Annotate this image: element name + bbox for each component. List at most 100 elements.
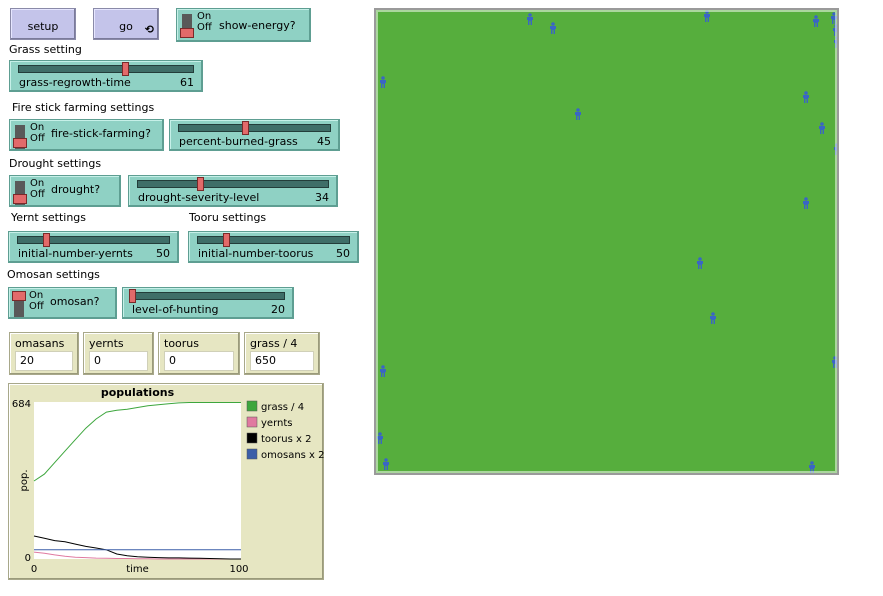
setup-button[interactable]: setup [10, 8, 76, 40]
agent-person-icon [802, 197, 810, 209]
chart-title: populations [101, 386, 175, 399]
world-border [376, 10, 837, 473]
level-of-hunting-slider[interactable]: level-of-hunting 20 [122, 287, 294, 319]
switch-on-label: On [197, 11, 212, 22]
slider-label: grass-regrowth-time [19, 76, 131, 89]
slider-label: level-of-hunting [132, 303, 219, 316]
drought-severity-level-slider[interactable]: drought-severity-level 34 [128, 175, 338, 207]
grass-regrowth-time-slider[interactable]: grass-regrowth-time 61 [9, 60, 203, 92]
agent-person-icon [549, 22, 557, 34]
switch-off-label: Off [30, 189, 45, 200]
note-yernt: Yernt settings [11, 211, 87, 224]
monitor-label: yernts [89, 337, 124, 350]
agent-person-icon [818, 122, 826, 134]
slider-thumb[interactable] [242, 121, 249, 135]
agent-person-icon [833, 143, 837, 155]
slider-rail [131, 292, 285, 300]
fire-stick-farming-switch[interactable]: On Off fire-stick-farming? [9, 119, 164, 151]
slider-thumb[interactable] [129, 289, 136, 303]
slider-label: initial-number-toorus [198, 247, 314, 260]
agent-person-icon [574, 108, 582, 120]
agent-person-icon [382, 458, 390, 470]
agent-person-icon [379, 365, 387, 377]
agent-person-icon [696, 257, 704, 269]
slider-value: 50 [336, 247, 350, 260]
switch-on-label: On [30, 122, 45, 133]
slider-label: percent-burned-grass [179, 135, 298, 148]
slider-value: 34 [315, 191, 329, 204]
switch-off-label: Off [197, 22, 212, 33]
switch-label: show-energy? [219, 19, 296, 32]
y-tick-label: 0 [25, 553, 31, 564]
go-button[interactable]: go ⟲ [93, 8, 159, 40]
populations-plot: populations 684 0 0 100 time pop. grass / 4 yern… [8, 383, 325, 580]
slider-value: 50 [156, 247, 170, 260]
monitor-value: 650 [250, 351, 314, 371]
x-axis-label: time [126, 564, 149, 575]
slider-rail [178, 124, 331, 132]
monitor-label: grass / 4 [250, 337, 298, 350]
toorus-monitor: toorus 0 [158, 332, 240, 375]
agent-person-icon [832, 24, 837, 36]
monitor-label: toorus [164, 337, 199, 350]
agent-person-icon [812, 15, 820, 27]
legend-entry: omosans x 2 [261, 450, 325, 461]
slider-thumb[interactable] [122, 62, 129, 76]
slider-rail [137, 180, 329, 188]
slider-value: 61 [180, 76, 194, 89]
show-energy-switch[interactable]: On Off show-energy? [176, 8, 311, 42]
note-grass-setting: Grass setting [9, 43, 82, 56]
monitor-value: 0 [89, 351, 148, 371]
omosan-switch[interactable]: On Off omosan? [8, 287, 117, 319]
note-omosan: Omosan settings [7, 268, 100, 281]
omasans-monitor: omasans 20 [9, 332, 79, 375]
legend-entry: toorus x 2 [261, 434, 311, 445]
switch-label: fire-stick-farming? [51, 127, 151, 140]
legend-entry: yernts [261, 418, 292, 429]
switch-label: drought? [51, 183, 101, 196]
percent-burned-grass-slider[interactable]: percent-burned-grass 45 [169, 119, 340, 151]
drought-switch[interactable]: On Off drought? [9, 175, 121, 207]
slider-value: 20 [271, 303, 285, 316]
slider-rail [18, 65, 194, 73]
agent-person-icon [831, 356, 837, 368]
x-tick-label: 100 [229, 564, 248, 575]
initial-number-toorus-slider[interactable]: initial-number-toorus 50 [188, 231, 359, 263]
switch-off-label: Off [30, 133, 45, 144]
switch-on-label: On [29, 290, 44, 301]
slider-thumb[interactable] [197, 177, 204, 191]
note-drought: Drought settings [9, 157, 102, 170]
slider-rail [17, 236, 170, 244]
x-tick-label: 0 [31, 564, 37, 575]
switch-on-label: On [30, 178, 45, 189]
legend-swatch [246, 416, 258, 428]
world-view[interactable] [374, 8, 839, 475]
slider-thumb[interactable] [223, 233, 230, 247]
agent-person-icon [709, 312, 717, 324]
setup-button-label: setup [27, 20, 59, 33]
agent-person-icon [703, 10, 711, 22]
legend-swatch [246, 448, 258, 460]
agent-person-icon [830, 12, 837, 24]
initial-number-yernts-slider[interactable]: initial-number-yernts 50 [8, 231, 179, 263]
monitor-label: omasans [15, 337, 65, 350]
switch-knob [13, 194, 27, 204]
legend-swatch [246, 432, 258, 444]
switch-knob [180, 28, 194, 38]
grass-monitor: grass / 4 650 [244, 332, 320, 375]
switch-knob [12, 291, 26, 301]
switch-knob [13, 138, 27, 148]
populations-chart: populations 684 00 100 time pop. grass / 4 yern… [12, 386, 325, 575]
slider-thumb[interactable] [43, 233, 50, 247]
monitor-value: 20 [15, 351, 73, 371]
y-axis-label: pop. [19, 470, 30, 492]
switch-off-label: Off [29, 301, 44, 312]
yernts-monitor: yernts 0 [83, 332, 154, 375]
agent-person-icon [379, 76, 387, 88]
legend-entry: grass / 4 [261, 402, 304, 413]
agent-person-icon [808, 461, 816, 473]
plot-area [34, 402, 241, 559]
legend-swatch [246, 400, 258, 412]
agent-person-icon [376, 432, 384, 444]
y-tick-label: 684 [12, 399, 31, 410]
